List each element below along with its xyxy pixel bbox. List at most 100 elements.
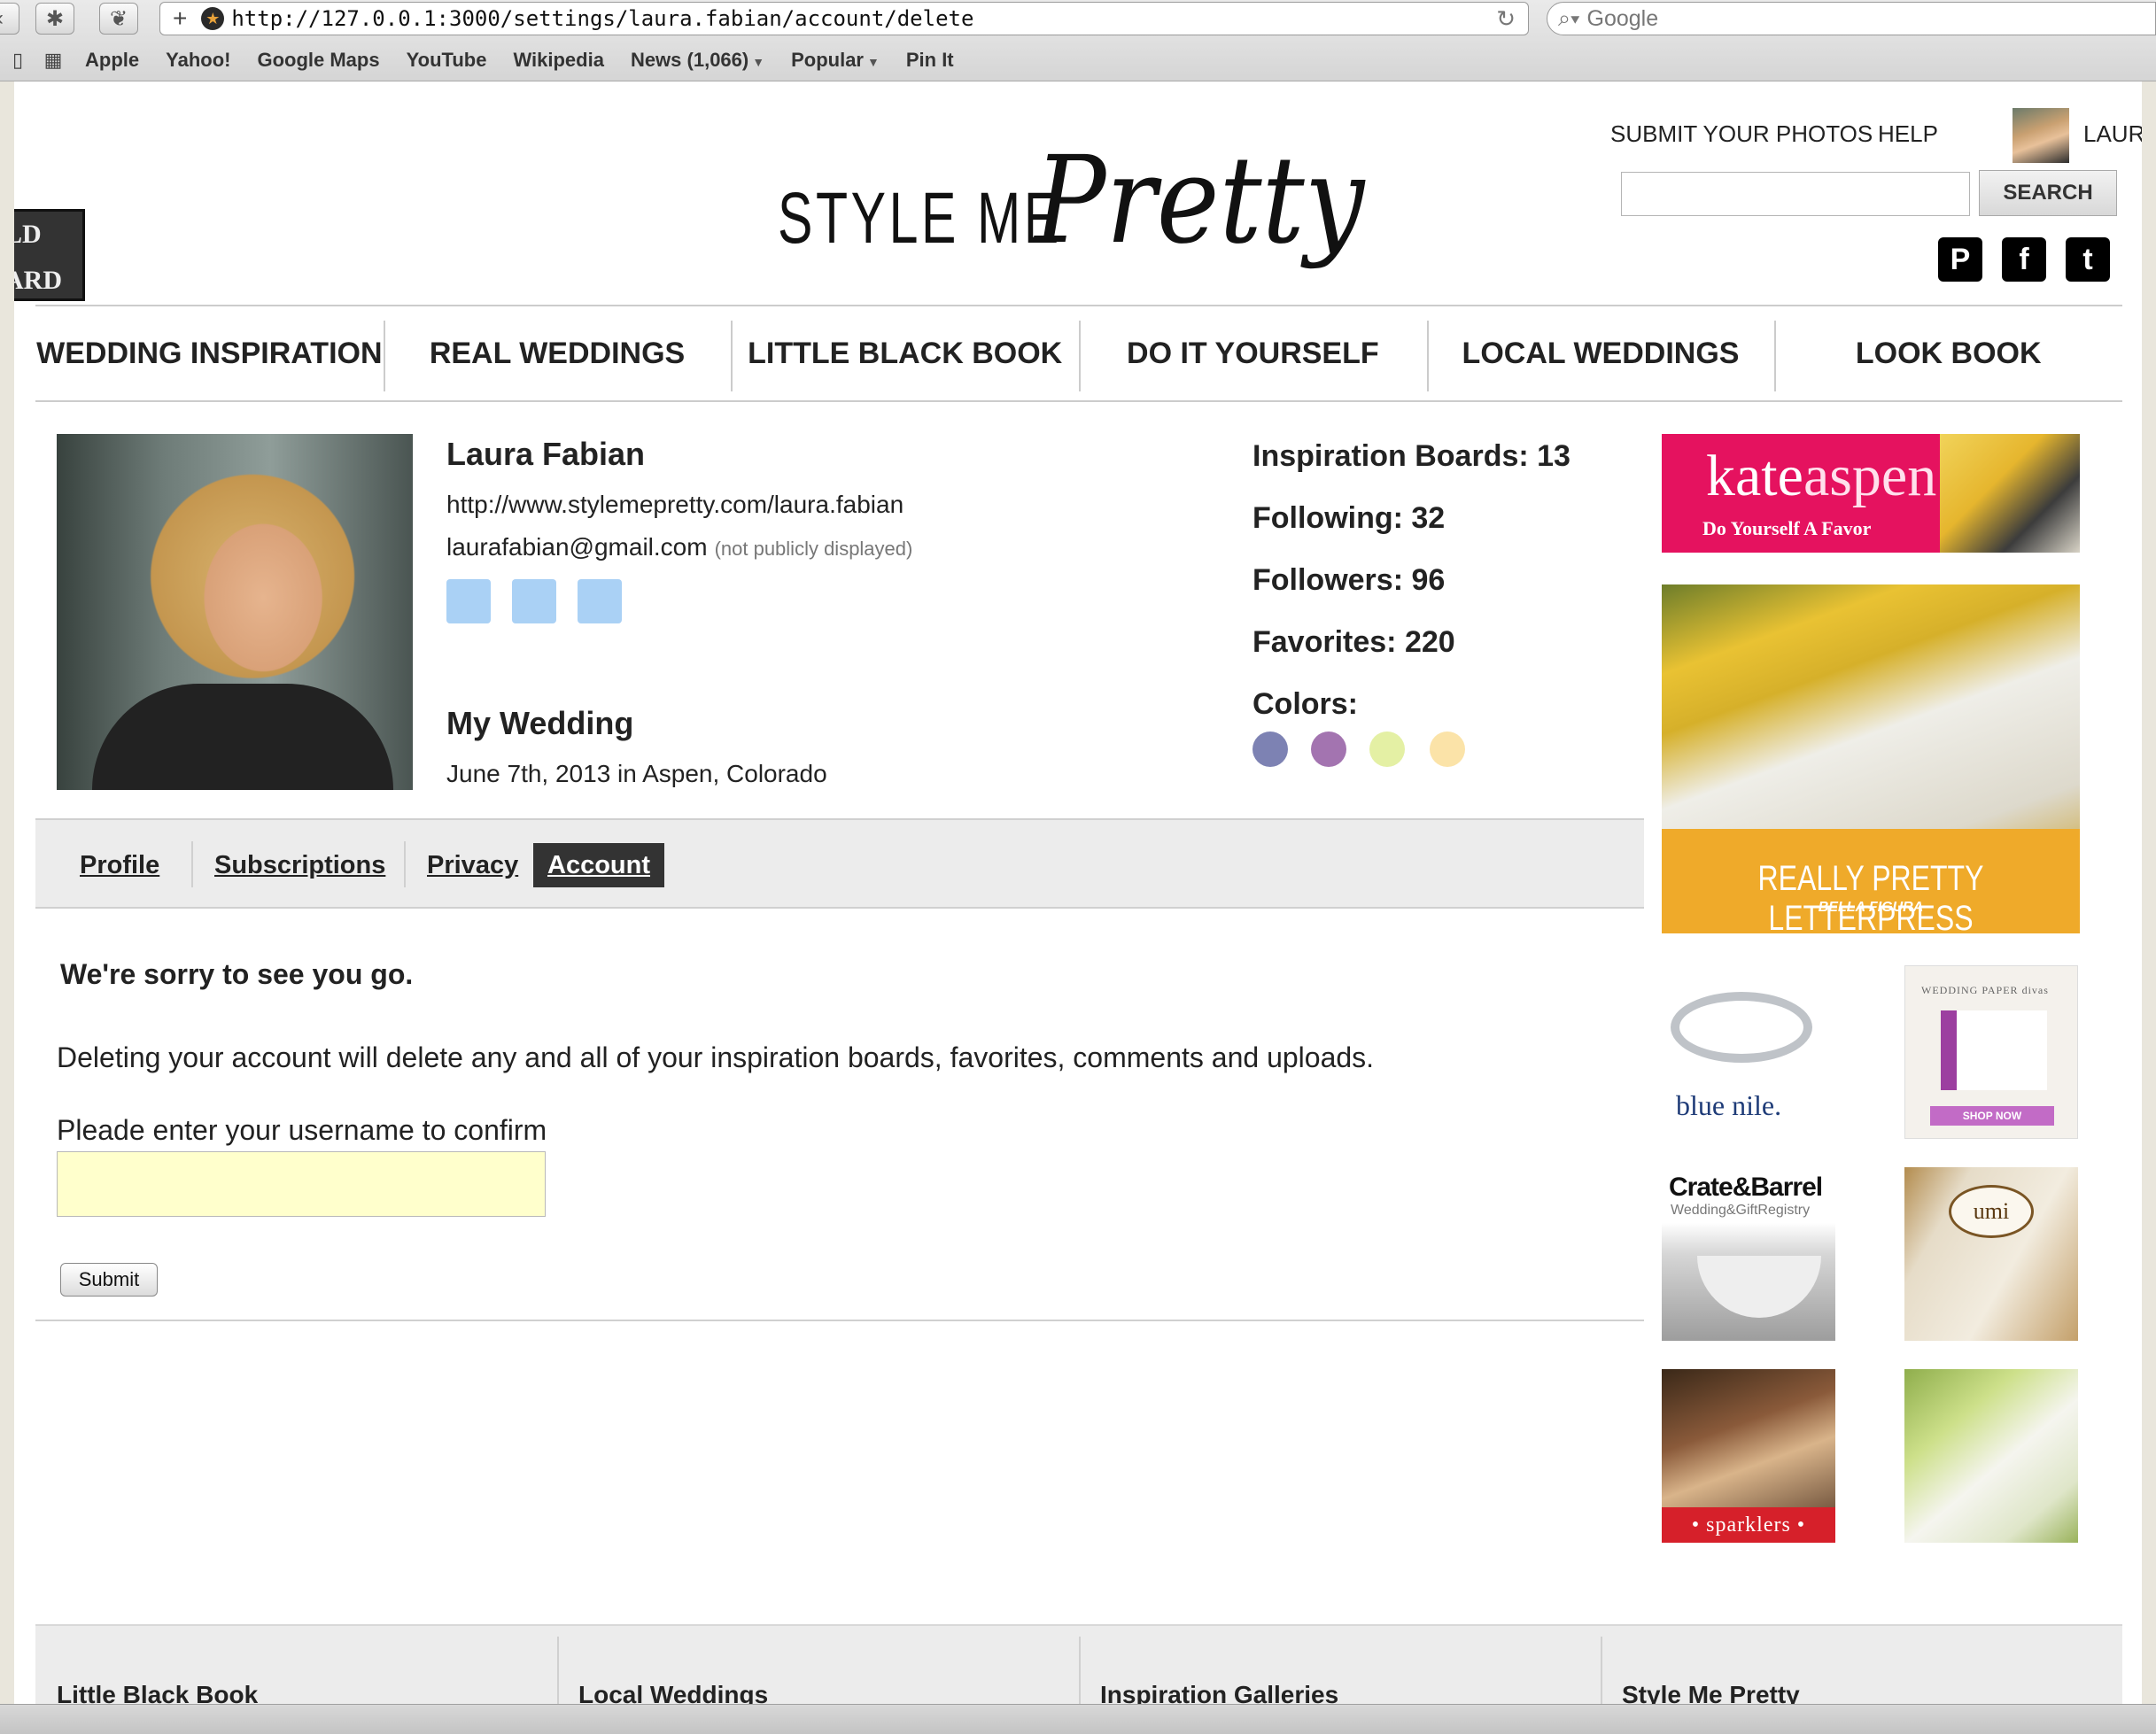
nav-real-weddings[interactable]: REAL WEDDINGS <box>383 306 732 400</box>
logo-text-left: STYLE ME <box>778 178 1062 259</box>
search-button[interactable]: SEARCH <box>1979 170 2117 216</box>
profile-name: Laura Fabian <box>446 436 646 472</box>
submit-photos-link[interactable]: SUBMIT YOUR PHOTOS <box>1610 120 1873 148</box>
ad-wedding-paper-divas[interactable]: WEDDING PAPER divas SHOP NOW <box>1904 965 2078 1139</box>
back-button[interactable]: ‹ <box>0 3 19 35</box>
ad-kate-aspen-title-a: kate <box>1706 444 1803 508</box>
side-badge[interactable]: LD ARD <box>14 209 85 301</box>
url-bar[interactable]: + ★ http://127.0.0.1:3000/settings/laura… <box>159 2 1529 35</box>
site-search-input[interactable] <box>1621 172 1970 216</box>
chevron-down-icon: ▼ <box>752 55 765 69</box>
bookmark-news[interactable]: News (1,066) ▼ <box>631 49 764 72</box>
grid-icon[interactable]: ▦ <box>35 49 71 72</box>
tab-divider <box>191 841 193 887</box>
ad-crate-title: Crate&Barrel <box>1669 1173 1823 1202</box>
book-icon[interactable]: ▯ <box>0 49 35 72</box>
ad-crate-sub: Wedding&GiftRegistry <box>1671 1203 1811 1218</box>
ad-kate-aspen-tagline: Do Yourself A Favor <box>1702 517 1872 539</box>
profile-link-square[interactable] <box>578 579 622 623</box>
bookmark-apple[interactable]: Apple <box>85 49 139 72</box>
bookmark-yahoo[interactable]: Yahoo! <box>166 49 230 72</box>
delete-heading: We're sorry to see you go. <box>60 958 414 990</box>
help-link[interactable]: HELP <box>1878 120 1938 148</box>
profile-link-square[interactable] <box>512 579 556 623</box>
tab-privacy[interactable]: Privacy <box>413 843 532 887</box>
site-logo[interactable]: STYLE ME Pretty <box>778 113 1380 282</box>
profile-email-note: (not publicly displayed) <box>714 538 913 560</box>
ad-kate-aspen-title-b: aspen <box>1803 444 1937 508</box>
browser-search-placeholder: Google <box>1586 5 1659 31</box>
ad-umi[interactable]: umi <box>1904 1167 2078 1341</box>
web-page: LD ARD SUBMIT YOUR PHOTOS HELP LAURA ▼ S… <box>14 81 2142 1707</box>
nav-local-weddings[interactable]: LOCAL WEDDINGS <box>1426 306 1775 400</box>
ad-wedding-paper-shop: SHOP NOW <box>1930 1106 2054 1126</box>
stat-following[interactable]: Following: 32 <box>1252 501 1445 536</box>
profile-photo-suit <box>92 684 393 790</box>
ad-crate-barrel[interactable]: Crate&Barrel Wedding&GiftRegistry <box>1662 1167 1835 1341</box>
bookmark-pin-it[interactable]: Pin It <box>906 49 954 72</box>
ad-umi-seal: umi <box>1949 1185 2034 1238</box>
color-swatch <box>1252 732 1288 767</box>
profile-url[interactable]: http://www.stylemepretty.com/laura.fabia… <box>446 491 904 519</box>
ad-photo-book[interactable] <box>1904 1369 2078 1543</box>
pinterest-icon[interactable]: P <box>1938 237 1982 282</box>
facebook-icon[interactable]: f <box>2002 237 2046 282</box>
color-swatch <box>1311 732 1346 767</box>
twitter-icon[interactable]: t <box>2066 237 2110 282</box>
username-confirm-label: Pleade enter your username to confirm <box>57 1114 547 1146</box>
ad-letterpress-title: REALLY PRETTY LETTERPRESS <box>1757 859 1984 933</box>
ad-sparklers-label: • sparklers • <box>1662 1507 1835 1543</box>
user-menu-label[interactable]: LAURA <box>2083 120 2142 148</box>
side-badge-line-2: ARD <box>14 266 62 295</box>
stat-favorites[interactable]: Favorites: 220 <box>1252 625 1455 660</box>
submit-button[interactable]: Submit <box>60 1263 158 1297</box>
bookmark-popular[interactable]: Popular ▼ <box>791 49 880 72</box>
nav-little-black-book[interactable]: LITTLE BLACK BOOK <box>731 306 1079 400</box>
nav-look-book[interactable]: LOOK BOOK <box>1774 306 2122 400</box>
main-nav: WEDDING INSPIRATION REAL WEDDINGS LITTLE… <box>35 305 2122 402</box>
bookmark-popular-label: Popular <box>791 49 864 71</box>
footer-inspiration-galleries[interactable]: Inspiration Galleries <box>1079 1626 1601 1707</box>
ad-kate-aspen-photo <box>1940 434 2080 553</box>
ad-blue-nile[interactable]: blue nile. <box>1662 965 1835 1139</box>
my-wedding-heading: My Wedding <box>446 705 634 741</box>
footer: Little Black Book Local Weddings Inspira… <box>35 1624 2122 1707</box>
site-favicon-icon: ★ <box>201 7 225 30</box>
reload-icon[interactable]: ↻ <box>1496 5 1516 33</box>
color-swatch <box>1430 732 1465 767</box>
bookmark-google-maps[interactable]: Google Maps <box>257 49 379 72</box>
bookmark-youtube[interactable]: YouTube <box>407 49 487 72</box>
tab-profile[interactable]: Profile <box>66 843 174 887</box>
side-badge-line-1: LD <box>14 220 42 249</box>
delete-description: Deleting your account will delete any an… <box>57 1041 1375 1073</box>
username-confirm-input[interactable] <box>57 1151 546 1217</box>
footer-style-me-pretty[interactable]: Style Me Pretty <box>1601 1626 2122 1707</box>
nav-wedding-inspiration[interactable]: WEDDING INSPIRATION <box>35 306 384 400</box>
evernote-icon[interactable]: ❦ <box>99 3 138 35</box>
tab-account[interactable]: Account <box>533 843 664 887</box>
url-text[interactable]: http://127.0.0.1:3000/settings/laura.fab… <box>231 6 1496 31</box>
footer-little-black-book[interactable]: Little Black Book <box>35 1626 557 1707</box>
browser-toolbar: ‹ ✱ ❦ + ★ http://127.0.0.1:3000/settings… <box>0 0 2156 41</box>
profile-email: laurafabian@gmail.com (not publicly displ… <box>446 533 912 561</box>
footer-local-weddings[interactable]: Local Weddings <box>557 1626 1079 1707</box>
stat-followers[interactable]: Followers: 96 <box>1252 563 1445 598</box>
browser-chrome: ‹ ✱ ❦ + ★ http://127.0.0.1:3000/settings… <box>0 0 2156 81</box>
ad-sparklers[interactable]: • sparklers • <box>1662 1369 1835 1543</box>
browser-search-field[interactable]: ⌕▾ Google <box>1547 2 2156 35</box>
color-swatch <box>1369 732 1405 767</box>
bookmark-wikipedia[interactable]: Wikipedia <box>513 49 604 72</box>
ad-letterpress[interactable]: REALLY PRETTY LETTERPRESS BELLA FIGURA <box>1662 584 2080 933</box>
ad-kate-aspen[interactable]: kateaspen Do Yourself A Favor <box>1662 434 2080 553</box>
nav-do-it-yourself[interactable]: DO IT YOURSELF <box>1079 306 1427 400</box>
avatar[interactable] <box>2013 108 2069 163</box>
profile-photo <box>57 434 413 790</box>
ad-wedding-paper-card <box>1941 1010 2047 1090</box>
profile-link-square[interactable] <box>446 579 491 623</box>
add-tab-icon[interactable]: + <box>173 4 187 33</box>
ad-kate-aspen-title: kateaspen <box>1706 443 1936 510</box>
stat-inspiration-boards[interactable]: Inspiration Boards: 13 <box>1252 439 1570 474</box>
puzzle-icon[interactable]: ✱ <box>35 3 74 35</box>
wedding-info: June 7th, 2013 in Aspen, Colorado <box>446 760 827 787</box>
tab-subscriptions[interactable]: Subscriptions <box>200 843 399 887</box>
